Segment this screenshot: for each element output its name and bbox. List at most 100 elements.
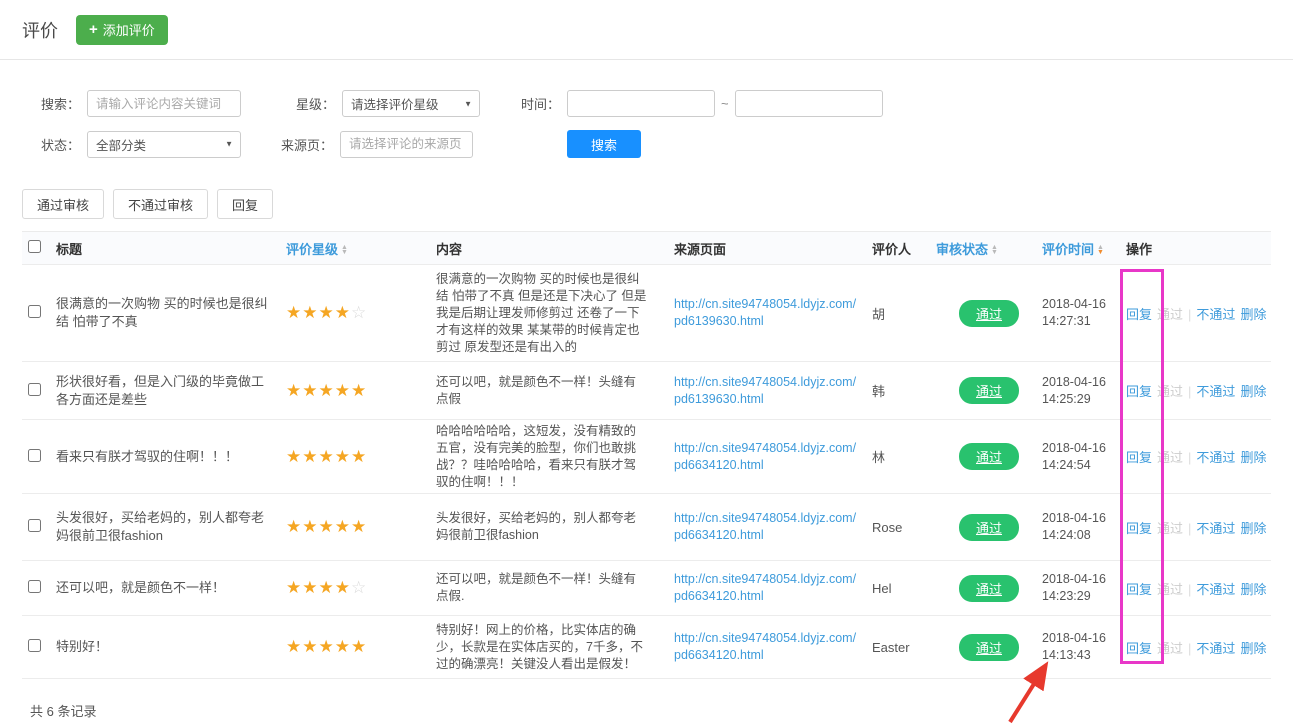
row-checkbox[interactable] [28, 305, 41, 318]
review-time: 2018-04-16 14:25:29 [1042, 374, 1126, 408]
bulk-reply-button[interactable]: 回复 [217, 189, 273, 219]
ops-cell: 回复通过 | 不通过删除 [1126, 304, 1285, 323]
row-checkbox[interactable] [28, 519, 41, 532]
review-time: 2018-04-16 14:27:31 [1042, 296, 1126, 330]
ops-separator: | [1188, 307, 1191, 322]
ops-separator: | [1188, 641, 1191, 656]
source-url[interactable]: http://cn.site94748054.ldyjz.com/pd66341… [674, 510, 872, 544]
col-time[interactable]: 评价时间▲▼ [1042, 239, 1126, 258]
star-select[interactable]: 请选择评价星级 ▼ [342, 90, 480, 117]
source-filter: 来源页： [281, 131, 473, 158]
ops-cell: 回复通过 | 不通过删除 [1126, 638, 1285, 657]
star-empty-icon: ☆ [351, 578, 367, 597]
page-title: 评价 [22, 17, 58, 43]
reject-link[interactable]: 不通过 [1196, 307, 1235, 322]
col-stars-label: 评价星级 [286, 242, 338, 257]
status-cell: 通过 [936, 575, 1042, 602]
col-status[interactable]: 审核状态▲▼ [936, 239, 1042, 258]
col-source: 来源页面 [674, 239, 872, 258]
reply-link[interactable]: 回复 [1126, 384, 1152, 399]
reply-link[interactable]: 回复 [1126, 450, 1152, 465]
reject-link[interactable]: 不通过 [1196, 641, 1235, 656]
col-content: 内容 [436, 239, 674, 258]
ops-cell: 回复通过|不通过删除 [1126, 579, 1285, 598]
star-icon: ★★★★ [286, 303, 351, 322]
ops-cell: 回复通过|不通过删除 [1126, 518, 1285, 537]
time-filter: 时间： ~ [518, 90, 883, 117]
col-stars[interactable]: 评价星级▲▼ [286, 239, 436, 258]
filter-row-2: 状态： 全部分类 ▼ 来源页： 搜索 [22, 130, 1271, 158]
source-url[interactable]: http://cn.site94748054.ldyjz.com/pd66341… [674, 571, 872, 605]
source-url[interactable]: http://cn.site94748054.ldyjz.com/pd66341… [674, 630, 872, 664]
status-select[interactable]: 全部分类 ▼ [87, 131, 241, 158]
approve-link[interactable]: 通过 [1157, 450, 1183, 465]
plus-icon: + [89, 21, 98, 38]
approve-link[interactable]: 通过 [1157, 582, 1183, 597]
reject-link[interactable]: 不通过 [1196, 582, 1235, 597]
add-review-button[interactable]: +添加评价 [76, 15, 168, 45]
table-row: 形状很好看，但是入门级的毕竟做工各方面还是差些 ★★★★★ 还可以吧，就是颜色不… [22, 362, 1271, 420]
star-select-value: 请选择评价星级 [351, 94, 439, 113]
select-all-checkbox[interactable] [28, 240, 41, 253]
star-icon: ★★★★★ [286, 381, 367, 400]
table-row: 头发很好，买给老妈的，别人都夸老妈很前卫很fashion ★★★★★ 头发很好，… [22, 494, 1271, 561]
star-filter: 星级： 请选择评价星级 ▼ [293, 90, 480, 117]
reply-link[interactable]: 回复 [1126, 307, 1152, 322]
status-badge: 通过 [959, 443, 1019, 470]
delete-link[interactable]: 删除 [1240, 582, 1266, 597]
time-from-input[interactable] [567, 90, 715, 117]
col-reviewer: 评价人 [872, 239, 936, 258]
sort-icon: ▲▼ [341, 245, 348, 255]
table-row: 看来只有朕才驾驭的住啊！！！ ★★★★★ 哈哈哈哈哈哈，这短发，没有精致的五官，… [22, 420, 1271, 494]
search-button[interactable]: 搜索 [567, 130, 641, 158]
table-row: 很满意的一次购物 买的时候也是很纠结 怕带了不真 ★★★★☆ 很满意的一次购物 … [22, 265, 1271, 362]
ops-cell: 回复通过 | 不通过删除 [1126, 447, 1285, 466]
approve-link[interactable]: 通过 [1157, 384, 1183, 399]
table-row: 特别好！ ★★★★★ 特别好！网上的价格，比实体店的确少，长款是在实体店买的，7… [22, 616, 1271, 679]
star-label: 星级： [293, 94, 335, 113]
row-checkbox[interactable] [28, 639, 41, 652]
delete-link[interactable]: 删除 [1240, 641, 1266, 656]
row-checkbox[interactable] [28, 449, 41, 462]
source-input[interactable] [340, 131, 473, 158]
reply-link[interactable]: 回复 [1126, 521, 1152, 536]
ops-separator: | [1188, 384, 1191, 399]
chevron-down-icon: ▼ [225, 140, 233, 149]
delete-link[interactable]: 删除 [1240, 450, 1266, 465]
filter-panel: 搜索： 星级： 请选择评价星级 ▼ 时间： ~ 状态： 全部分类 ▼ 来源页： [0, 60, 1293, 187]
approve-link[interactable]: 通过 [1157, 307, 1183, 322]
ops-separator: | [1188, 450, 1191, 465]
delete-link[interactable]: 删除 [1240, 307, 1266, 322]
approve-link[interactable]: 通过 [1157, 521, 1183, 536]
reject-link[interactable]: 不通过 [1196, 450, 1235, 465]
delete-link[interactable]: 删除 [1240, 521, 1266, 536]
time-to-input[interactable] [735, 90, 883, 117]
record-count: 共 6 条记录 [0, 679, 1293, 720]
star-icon: ★★★★★ [286, 637, 367, 656]
reply-link[interactable]: 回复 [1126, 582, 1152, 597]
review-content: 哈哈哈哈哈哈，这短发，没有精致的五官，没有完美的脸型，你们也敢挑战？？哇哈哈哈哈… [436, 423, 674, 491]
keyword-input[interactable] [87, 90, 241, 117]
delete-link[interactable]: 删除 [1240, 384, 1266, 399]
source-url[interactable]: http://cn.site94748054.ldyjz.com/pd61396… [674, 374, 872, 408]
reject-link[interactable]: 不通过 [1196, 384, 1235, 399]
review-time: 2018-04-16 14:13:43 [1042, 630, 1126, 664]
review-title: 还可以吧，就是颜色不一样！ [56, 579, 286, 597]
review-time: 2018-04-16 14:23:29 [1042, 571, 1126, 605]
reject-link[interactable]: 不通过 [1196, 521, 1235, 536]
status-badge: 通过 [959, 300, 1019, 327]
approve-link[interactable]: 通过 [1157, 641, 1183, 656]
bulk-fail-button[interactable]: 不通过审核 [113, 189, 208, 219]
source-url[interactable]: http://cn.site94748054.ldyjz.com/pd66341… [674, 440, 872, 474]
reviewer-name: 胡 [872, 304, 936, 323]
source-url[interactable]: http://cn.site94748054.ldyjz.com/pd61396… [674, 296, 872, 330]
review-title: 特别好！ [56, 638, 286, 656]
row-checkbox[interactable] [28, 580, 41, 593]
review-content: 特别好！网上的价格，比实体店的确少，长款是在实体店买的，7千多，不过的确漂亮！关… [436, 622, 674, 673]
status-badge: 通过 [959, 377, 1019, 404]
row-checkbox[interactable] [28, 383, 41, 396]
status-label: 状态： [38, 135, 80, 154]
review-stars: ★★★★★ [286, 447, 436, 467]
bulk-pass-button[interactable]: 通过审核 [22, 189, 104, 219]
reply-link[interactable]: 回复 [1126, 641, 1152, 656]
